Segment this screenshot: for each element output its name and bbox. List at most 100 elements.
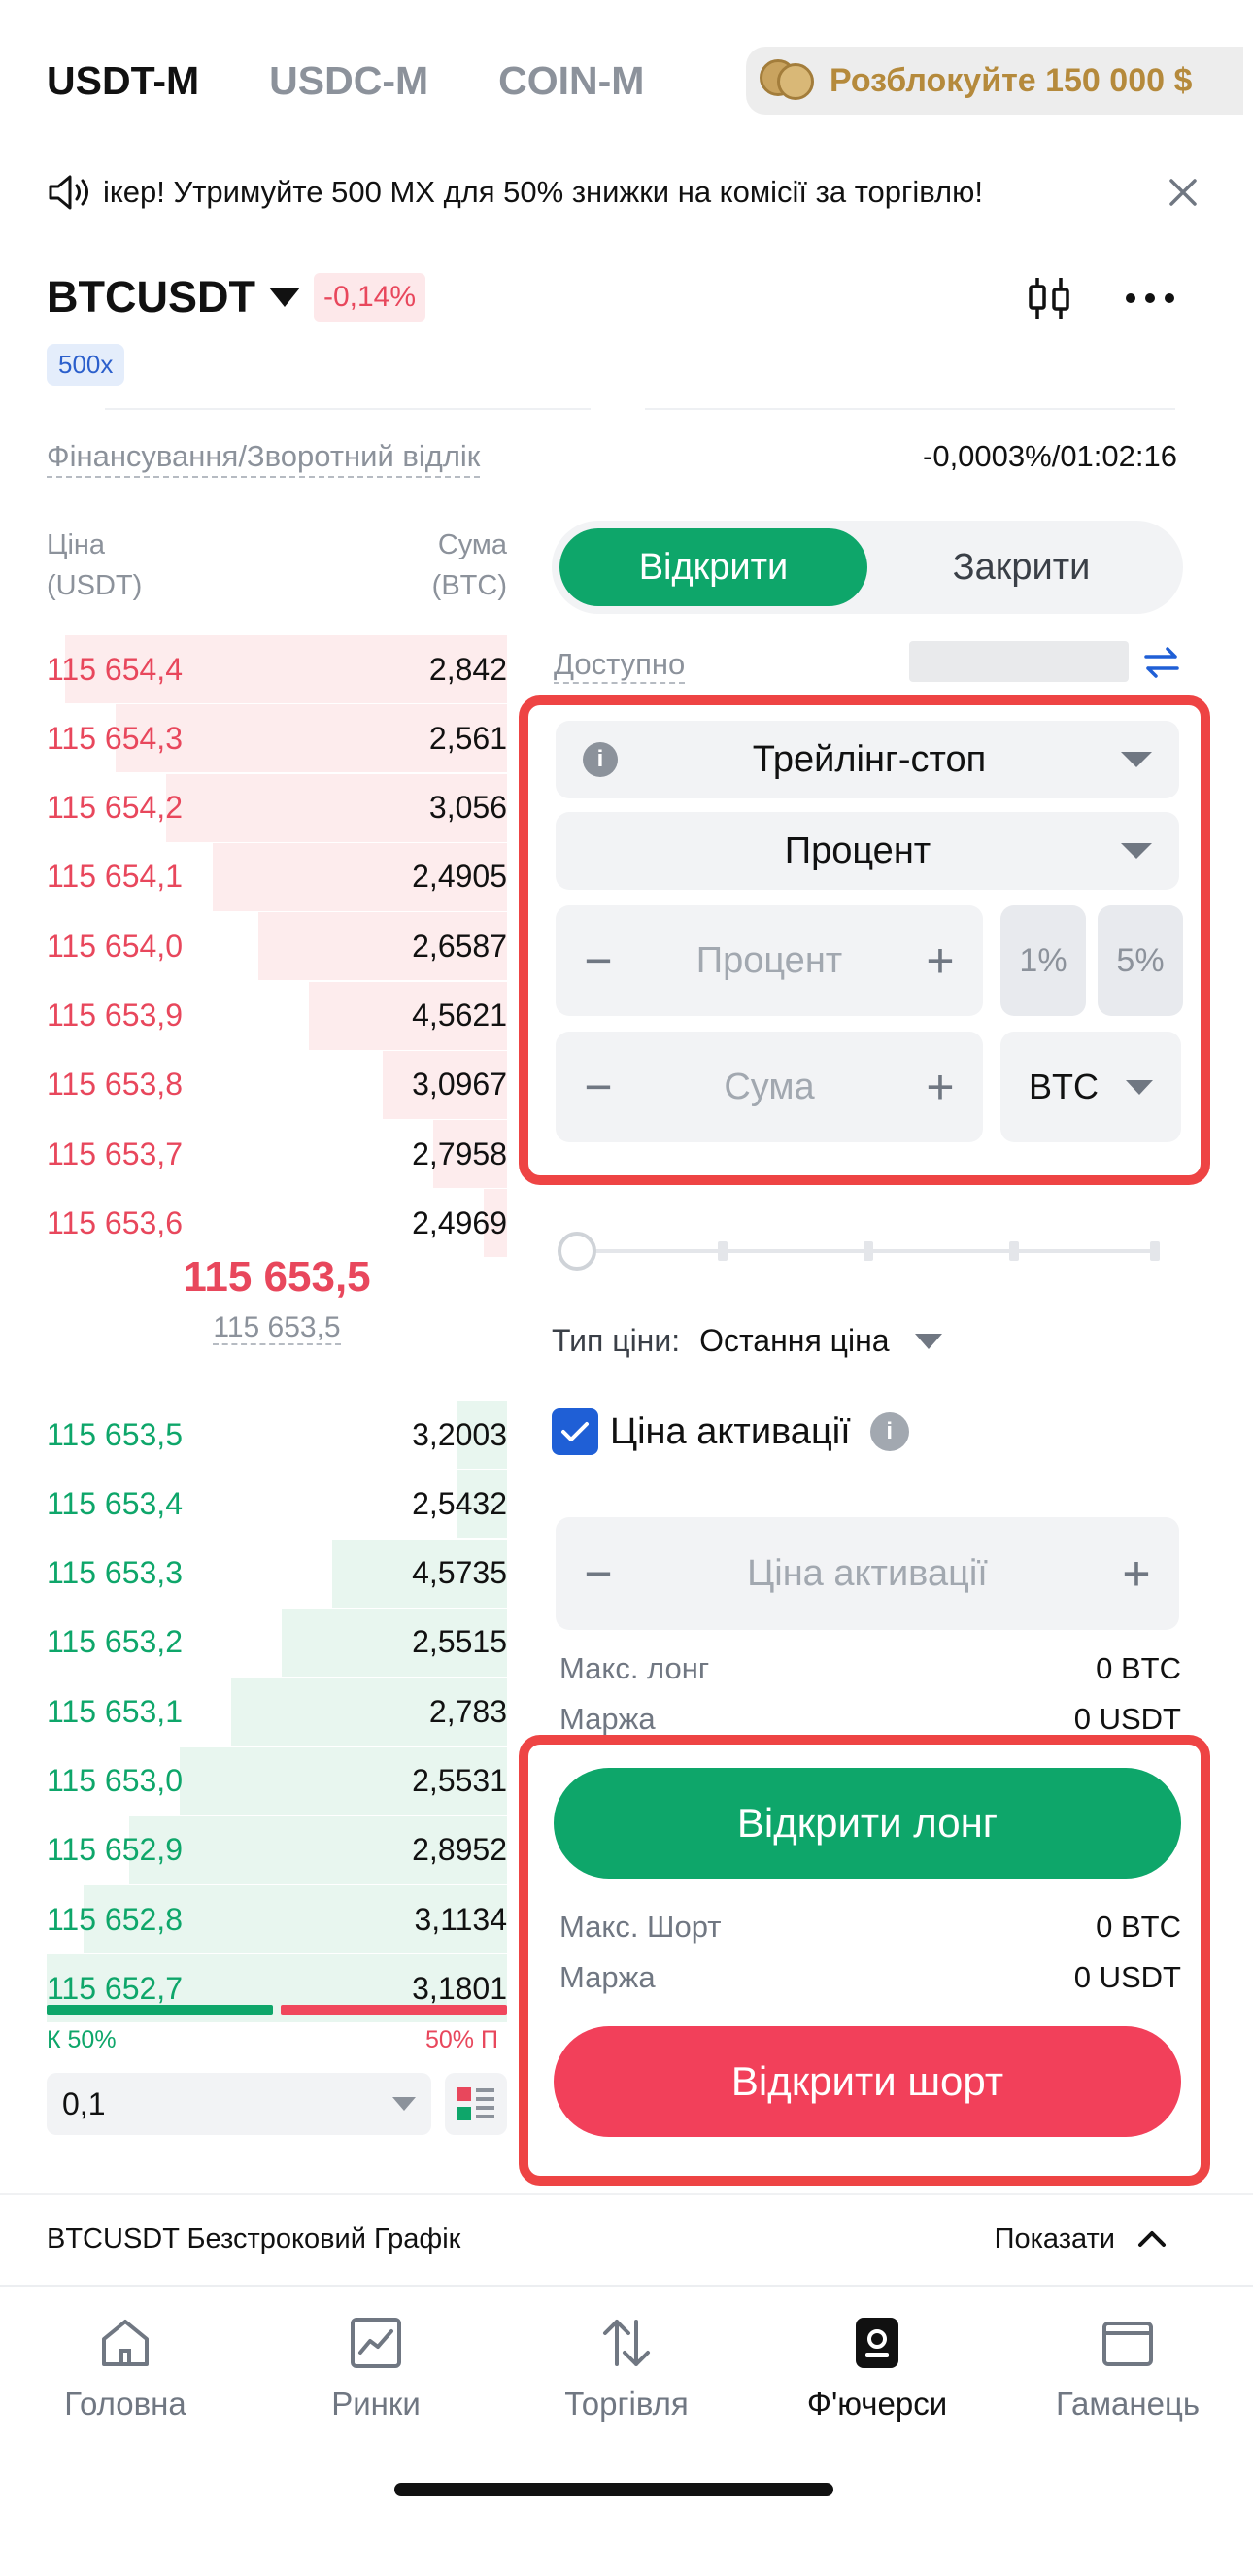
nav-wallet[interactable]: Гаманець <box>1002 2287 1253 2450</box>
ask-row[interactable]: 115 653,8 3,0967 <box>47 1050 507 1119</box>
amount-input[interactable]: Сума <box>724 1067 814 1108</box>
ask-row[interactable]: 115 654,1 2,4905 <box>47 842 507 911</box>
bid-price: 115 653,4 <box>47 1485 183 1521</box>
bid-amount: 3,2003 <box>412 1416 507 1452</box>
bid-row[interactable]: 115 653,4 2,5432 <box>47 1470 507 1539</box>
bid-amount: 3,1134 <box>414 1901 508 1937</box>
funding-value: -0,0003%/01:02:16 <box>923 439 1177 473</box>
funding-label[interactable]: Фінансування/Зворотний відлік <box>47 439 481 478</box>
nav-trade[interactable]: Торгівля <box>501 2287 752 2450</box>
slider-handle[interactable] <box>558 1232 596 1271</box>
ask-row[interactable]: 115 653,6 2,4969 <box>47 1189 507 1258</box>
activation-price-stepper[interactable]: − Ціна активації + <box>556 1517 1179 1630</box>
bid-row[interactable]: 115 652,8 3,1134 <box>47 1885 508 1954</box>
tab-open[interactable]: Відкрити <box>559 528 867 606</box>
ask-amount: 3,0967 <box>412 1067 507 1102</box>
bid-row[interactable]: 115 653,1 2,783 <box>47 1678 507 1746</box>
percent-stepper[interactable]: − Процент + <box>556 905 983 1016</box>
max-long-value: 0 BTC <box>1096 1651 1181 1685</box>
ask-price: 115 654,2 <box>47 790 183 826</box>
unit-select[interactable]: BTC <box>1000 1032 1181 1142</box>
mark-price-value: 115 653,5 <box>213 1311 341 1345</box>
preset-1-percent-button[interactable]: 1% <box>1000 905 1086 1016</box>
ask-row[interactable]: 115 654,2 3,056 <box>47 773 507 842</box>
ask-price: 115 653,6 <box>47 1204 183 1240</box>
bid-row[interactable]: 115 653,3 4,5735 <box>47 1539 507 1608</box>
close-icon[interactable] <box>1164 173 1202 212</box>
market-tabs: USDT-M USDC-M COIN-M <box>47 49 714 113</box>
divider <box>645 408 1175 410</box>
activation-price-input[interactable]: Ціна активації <box>747 1553 988 1595</box>
order-type-value: Трейлінг-стоп <box>752 738 987 780</box>
bid-price: 115 652,9 <box>47 1832 183 1868</box>
tab-usdt-m[interactable]: USDT-M <box>47 58 199 104</box>
orderbook-header: Ціна (USDT) Сума (BTC) <box>47 525 507 606</box>
bid-price: 115 652,7 <box>47 1970 183 2006</box>
margin-short-label: Маржа <box>559 1960 656 1994</box>
candlestick-icon[interactable] <box>1024 274 1074 322</box>
ask-row[interactable]: 115 654,0 2,6587 <box>47 912 507 981</box>
percent-input[interactable]: Процент <box>696 940 842 982</box>
bid-row[interactable]: 115 652,9 2,8952 <box>47 1815 507 1884</box>
nav-futures[interactable]: Ф'ючерси <box>752 2287 1002 2450</box>
ask-row[interactable]: 115 653,7 2,7958 <box>47 1120 507 1189</box>
banner-text: ікер! Утримуйте 500 MX для 50% знижки на… <box>103 175 983 209</box>
amount-stepper[interactable]: − Сума + <box>556 1032 983 1142</box>
transfer-icon[interactable] <box>1142 645 1181 680</box>
activation-price-toggle: Ціна активації i <box>552 1408 909 1455</box>
plus-icon[interactable]: + <box>919 1063 962 1111</box>
bid-price: 115 653,0 <box>47 1763 183 1798</box>
trail-mode-select[interactable]: Процент <box>556 812 1179 890</box>
minus-icon[interactable]: − <box>577 1549 620 1598</box>
bid-row[interactable]: 115 653,0 2,5531 <box>47 1746 507 1815</box>
order-type-select[interactable]: i Трейлінг-стоп <box>556 721 1179 798</box>
chart-strip[interactable]: BTCUSDT Безстроковий Графік Показати <box>0 2193 1253 2283</box>
ask-amount: 2,7958 <box>412 1135 507 1171</box>
nav-markets[interactable]: Ринки <box>251 2287 501 2450</box>
promo-text: Розблокуйте 150 000 $ <box>830 61 1193 99</box>
open-long-button[interactable]: Відкрити лонг <box>554 1768 1181 1879</box>
amount-slider[interactable] <box>558 1232 1160 1271</box>
nav-wallet-label: Гаманець <box>1055 2386 1201 2422</box>
ask-amount: 2,842 <box>428 651 507 687</box>
activation-checkbox[interactable] <box>552 1408 598 1455</box>
bid-price: 115 653,3 <box>47 1555 183 1591</box>
price-type-select[interactable]: Тип ціни: Остання ціна <box>552 1323 942 1359</box>
depth-step-select[interactable]: 0,1 <box>47 2073 431 2135</box>
bid-row[interactable]: 115 653,2 2,5515 <box>47 1608 507 1677</box>
info-icon[interactable]: i <box>583 742 618 777</box>
orderbook-view-button[interactable] <box>445 2073 507 2135</box>
info-icon[interactable]: i <box>869 1412 909 1451</box>
price-change-badge: -0,14% <box>313 273 426 322</box>
amount-header-unit: (BTC) <box>431 570 507 601</box>
promo-chip[interactable]: Розблокуйте 150 000 $ <box>746 47 1243 115</box>
bid-price: 115 653,2 <box>47 1624 183 1660</box>
plus-icon[interactable]: + <box>919 936 962 985</box>
bid-price: 115 653,5 <box>47 1416 183 1452</box>
tab-coin-m[interactable]: COIN-M <box>498 58 644 104</box>
trail-mode-value: Процент <box>784 830 931 871</box>
pair-selector[interactable]: BTCUSDT -0,14% <box>47 272 426 322</box>
minus-icon[interactable]: − <box>577 936 620 985</box>
plus-icon[interactable]: + <box>1115 1549 1158 1598</box>
preset-5-percent-button[interactable]: 5% <box>1098 905 1183 1016</box>
chevron-up-icon <box>1138 2231 1166 2247</box>
bid-amount: 3,1801 <box>412 1970 507 2006</box>
ask-amount: 2,4969 <box>412 1204 507 1240</box>
available-balance-blurred <box>909 641 1129 682</box>
open-short-button[interactable]: Відкрити шорт <box>554 2026 1181 2137</box>
show-chart-toggle[interactable]: Показати <box>995 2223 1171 2255</box>
nav-home[interactable]: Головна <box>0 2287 251 2450</box>
tab-close[interactable]: Закрити <box>867 528 1175 606</box>
coins-icon <box>760 59 816 102</box>
minus-icon[interactable]: − <box>577 1063 620 1111</box>
more-icon[interactable] <box>1123 282 1177 315</box>
bid-row[interactable]: 115 653,5 3,2003 <box>47 1401 507 1469</box>
margin-value: 0 USDT <box>1073 1702 1181 1736</box>
ask-row[interactable]: 115 654,3 2,561 <box>47 704 507 773</box>
ask-row[interactable]: 115 653,9 4,5621 <box>47 981 507 1050</box>
ask-row[interactable]: 115 654,4 2,842 <box>47 635 507 703</box>
nav-trade-label: Торгівля <box>564 2386 689 2422</box>
tab-usdc-m[interactable]: USDC-M <box>269 58 428 104</box>
leverage-badge[interactable]: 500x <box>47 344 125 386</box>
